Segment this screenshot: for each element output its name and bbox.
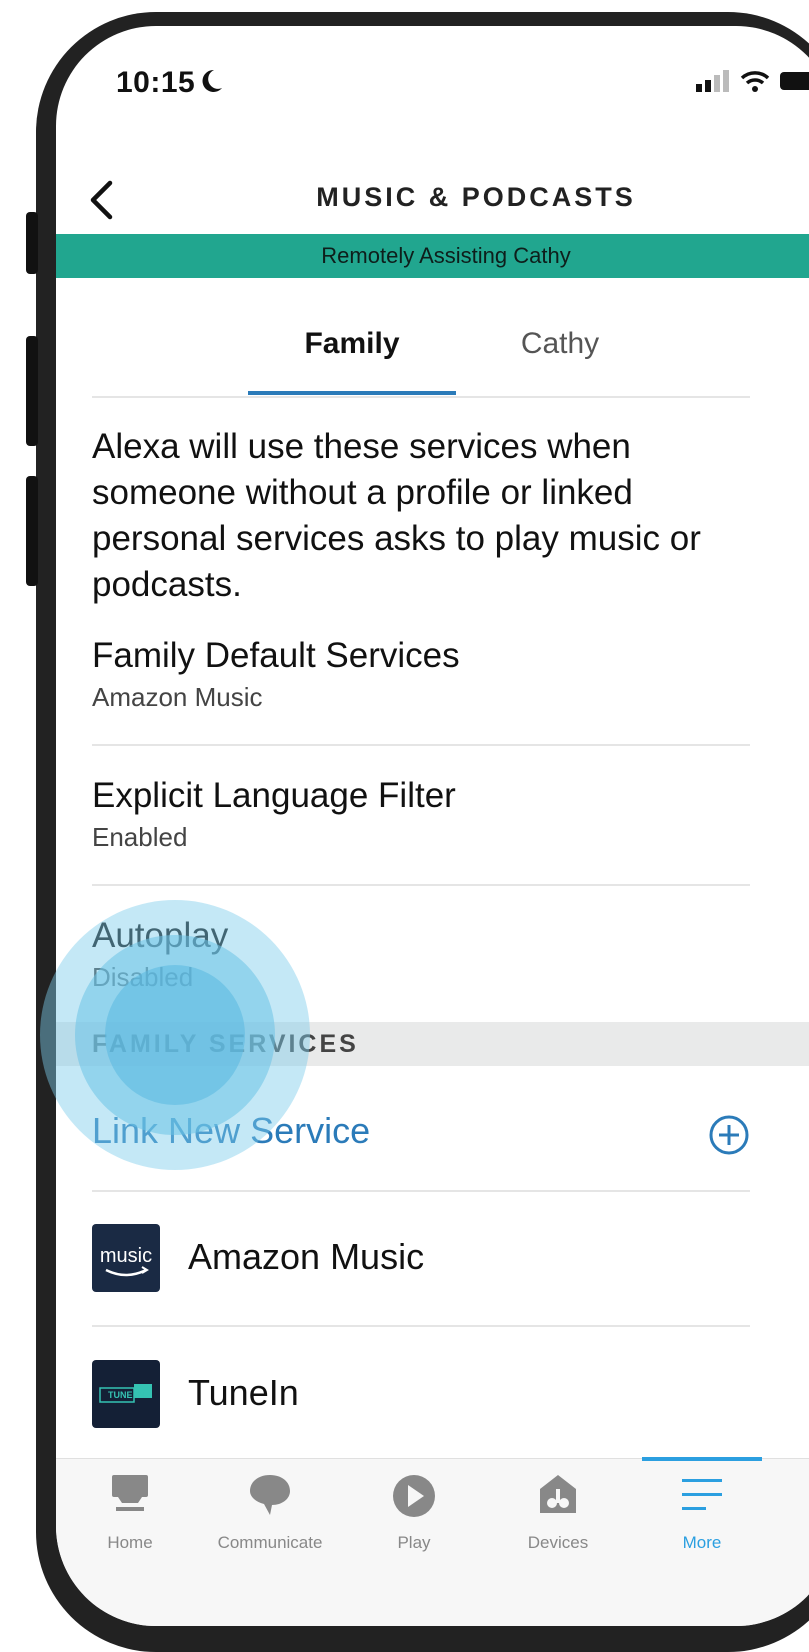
tab-label: Play xyxy=(397,1533,431,1552)
tab-label: Home xyxy=(107,1533,153,1552)
divider xyxy=(92,744,750,746)
tab-cathy[interactable]: Cathy xyxy=(456,294,664,394)
tab-label: Communicate xyxy=(217,1533,323,1552)
tab-home[interactable]: Home xyxy=(60,1459,200,1569)
status-icons xyxy=(696,70,809,97)
tab-label: More xyxy=(682,1533,722,1552)
status-bar: 10:15 xyxy=(116,66,809,106)
page-title: MUSIC & PODCASTS xyxy=(316,182,636,212)
service-name: Amazon Music xyxy=(188,1236,425,1277)
navigation-bar: MUSIC & PODCASTS xyxy=(56,156,809,246)
play-icon xyxy=(391,1473,437,1524)
tab-label: Devices xyxy=(527,1533,589,1552)
battery-icon xyxy=(780,70,809,97)
status-time: 10:15 xyxy=(116,66,196,99)
signal-icon xyxy=(696,70,730,97)
tab-family[interactable]: Family xyxy=(248,294,456,395)
amazon-music-logo: music xyxy=(92,1224,160,1292)
touch-indicator xyxy=(40,895,340,1195)
setting-value: Enabled xyxy=(92,822,188,852)
tab-more[interactable]: More xyxy=(632,1457,772,1569)
side-button xyxy=(26,212,38,274)
tab-devices[interactable]: Devices xyxy=(488,1459,628,1569)
divider xyxy=(92,1325,750,1327)
tab-play[interactable]: Play xyxy=(344,1459,484,1569)
bottom-tab-bar: Home Communicate Play Devices More xyxy=(56,1457,809,1626)
chat-bubble-icon xyxy=(248,1473,292,1522)
moon-icon xyxy=(200,68,224,99)
divider xyxy=(92,884,750,886)
active-tab-indicator xyxy=(642,1457,762,1461)
remote-assist-banner: Remotely Assisting Cathy xyxy=(56,234,809,278)
service-row-amazon-music[interactable]: music Amazon Music xyxy=(92,1224,750,1324)
devices-icon xyxy=(536,1473,580,1522)
setting-label: Family Default Services xyxy=(92,636,460,675)
logo-text: music xyxy=(100,1245,152,1267)
tab-communicate[interactable]: Communicate xyxy=(200,1459,340,1569)
description-text: Alexa will use these services when someo… xyxy=(92,427,701,604)
service-name: TuneIn xyxy=(188,1372,299,1413)
family-default-services-row[interactable]: Family Default Services Amazon Music xyxy=(92,634,750,714)
phone-screen: 10:15 MUSIC & PODCASTS Remotely Assistin… xyxy=(56,26,809,1626)
wifi-icon xyxy=(740,70,770,97)
side-button xyxy=(26,476,38,586)
screen: 10:15 MUSIC & PODCASTS Remotely Assistin… xyxy=(56,26,809,1626)
profile-tabs: Family Cathy xyxy=(92,294,750,398)
setting-value: Amazon Music xyxy=(92,682,263,712)
logo-text: TUNE IN xyxy=(108,1390,144,1400)
add-circle-icon[interactable] xyxy=(708,1114,750,1161)
explicit-language-filter-row[interactable]: Explicit Language Filter Enabled xyxy=(92,774,750,854)
hamburger-menu-icon xyxy=(680,1473,724,1522)
tunein-logo: TUNE IN xyxy=(92,1360,160,1428)
setting-label: Explicit Language Filter xyxy=(92,776,456,815)
side-button xyxy=(26,336,38,446)
service-row-tunein[interactable]: TUNE IN TuneIn xyxy=(92,1360,750,1460)
home-icon xyxy=(108,1473,152,1522)
